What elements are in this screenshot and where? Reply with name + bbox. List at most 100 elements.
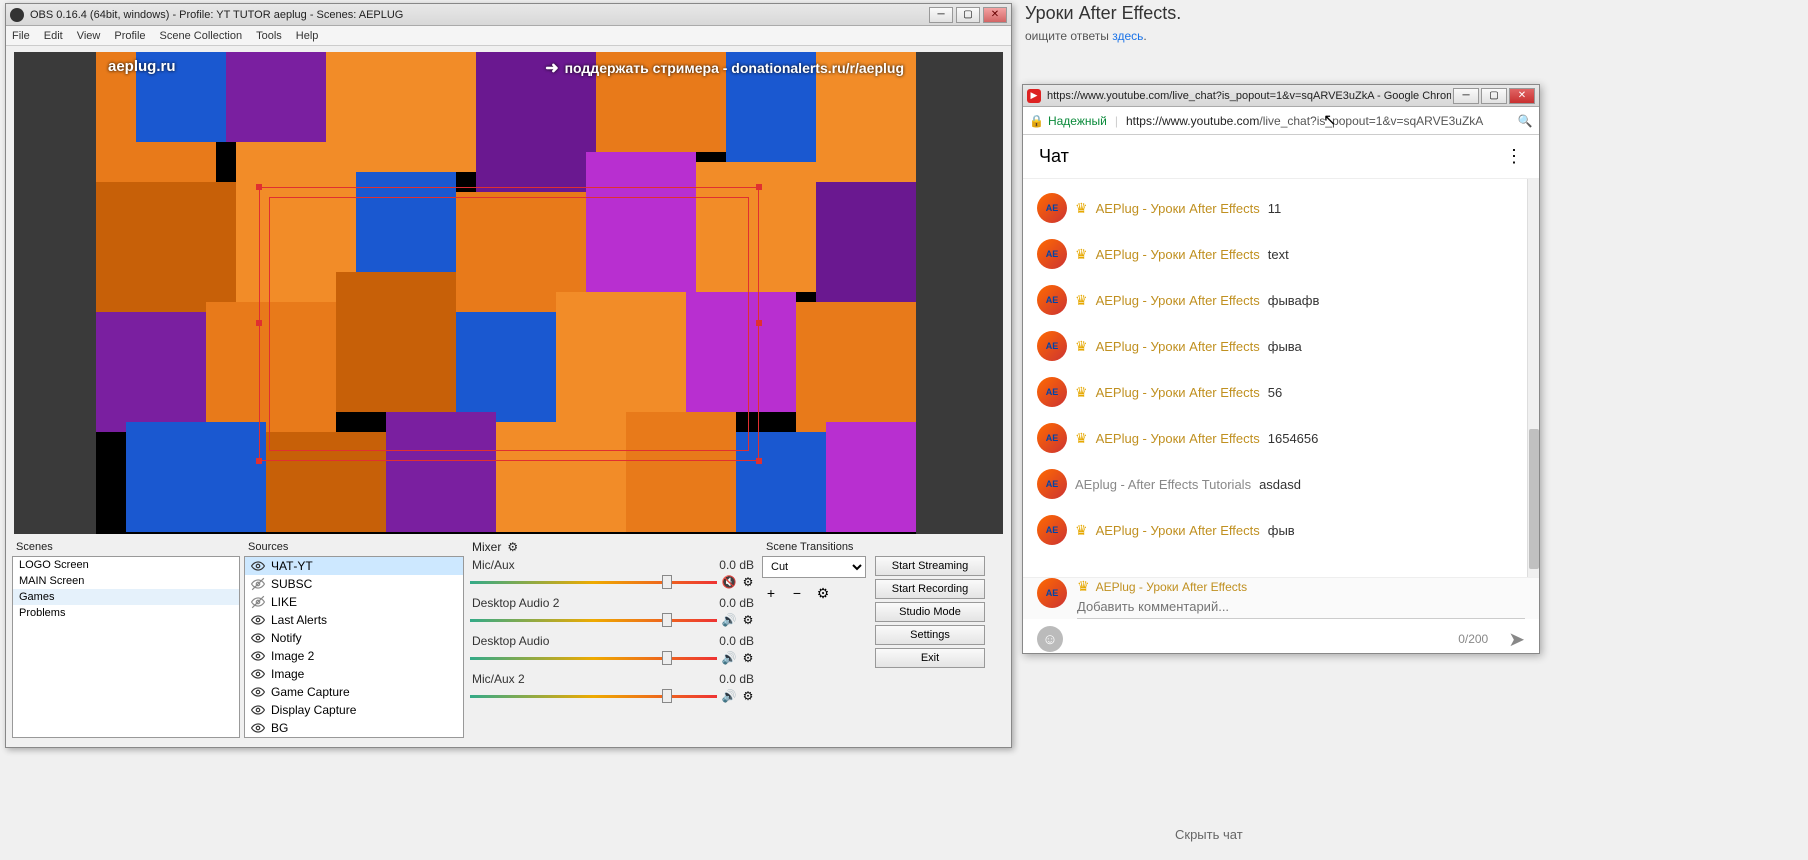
obs-preview[interactable]: aeplug.ru поддержать стримера - donation… [14, 52, 1003, 534]
minimize-button[interactable]: ─ [1453, 88, 1479, 104]
chat-body[interactable]: AE ♛ AEPlug - Уроки After Effects 11 AE … [1023, 179, 1539, 577]
scene-item[interactable]: Problems [13, 605, 239, 621]
hide-chat-button[interactable]: Скрыть чат [1175, 827, 1243, 842]
avatar[interactable]: AE [1037, 239, 1067, 269]
source-item[interactable]: Notify [245, 629, 463, 647]
avatar[interactable]: AE [1037, 331, 1067, 361]
transition-select[interactable]: Cut [762, 556, 866, 578]
scrollbar[interactable] [1527, 179, 1539, 577]
sources-list[interactable]: ЧАТ-YTSUBSCLIKELast AlertsNotifyImage 2I… [244, 556, 464, 738]
chat-author[interactable]: AEPlug - Уроки After Effects [1096, 385, 1260, 400]
chat-author[interactable]: AEPlug - Уроки After Effects [1096, 523, 1260, 538]
volume-slider[interactable] [470, 695, 717, 698]
gear-icon[interactable]: ⚙ [740, 612, 756, 628]
volume-slider[interactable] [470, 581, 717, 584]
source-item[interactable]: Game Capture [245, 683, 463, 701]
eye-icon[interactable] [251, 631, 265, 645]
speaker-icon[interactable]: 🔇 [721, 574, 737, 590]
studio-mode-button[interactable]: Studio Mode [875, 602, 985, 622]
slider-thumb[interactable] [662, 613, 672, 627]
chat-author[interactable]: AEplug - After Effects Tutorials [1075, 477, 1251, 492]
source-item[interactable]: Image [245, 665, 463, 683]
maximize-button[interactable]: ▢ [956, 7, 980, 23]
emoji-button[interactable]: ☺ [1037, 626, 1063, 652]
selection-inner[interactable] [269, 197, 749, 451]
source-item[interactable]: LIKE [245, 593, 463, 611]
chat-author[interactable]: AEPlug - Уроки After Effects [1096, 293, 1260, 308]
chat-author[interactable]: AEPlug - Уроки After Effects [1096, 201, 1260, 216]
scene-item[interactable]: Games [13, 589, 239, 605]
menu-edit[interactable]: Edit [44, 30, 63, 42]
channel-name: Desktop Audio [472, 634, 549, 648]
chat-author[interactable]: AEPlug - Уроки After Effects [1096, 247, 1260, 262]
start-streaming-button[interactable]: Start Streaming [875, 556, 985, 576]
eye-off-icon[interactable] [251, 577, 265, 591]
speaker-icon[interactable]: 🔊 [721, 612, 737, 628]
slider-thumb[interactable] [662, 689, 672, 703]
chat-input[interactable] [1077, 595, 1525, 619]
eye-icon[interactable] [251, 649, 265, 663]
slider-thumb[interactable] [662, 575, 672, 589]
search-icon[interactable]: 🔍 [1517, 113, 1533, 129]
minus-icon[interactable]: − [788, 584, 806, 602]
menu-file[interactable]: File [12, 30, 30, 42]
start-recording-button[interactable]: Start Recording [875, 579, 985, 599]
eye-icon[interactable] [251, 613, 265, 627]
menu-view[interactable]: View [77, 30, 101, 42]
settings-button[interactable]: Settings [875, 625, 985, 645]
avatar[interactable]: AE [1037, 377, 1067, 407]
avatar[interactable]: AE [1037, 423, 1067, 453]
menu-help[interactable]: Help [296, 30, 319, 42]
slider-thumb[interactable] [662, 651, 672, 665]
avatar[interactable]: AE [1037, 285, 1067, 315]
maximize-button[interactable]: ▢ [1481, 88, 1507, 104]
gear-icon[interactable]: ⚙ [814, 584, 832, 602]
secure-indicator[interactable]: 🔒 Надежный [1029, 114, 1107, 128]
menu-profile[interactable]: Profile [114, 30, 145, 42]
eye-icon[interactable] [251, 559, 265, 573]
scrollbar-thumb[interactable] [1529, 429, 1539, 569]
obs-canvas[interactable]: aeplug.ru поддержать стримера - donation… [96, 52, 916, 534]
source-item[interactable]: Last Alerts [245, 611, 463, 629]
scene-item[interactable]: MAIN Screen [13, 573, 239, 589]
gear-icon[interactable]: ⚙ [740, 650, 756, 666]
eye-icon[interactable] [251, 703, 265, 717]
source-item[interactable]: ЧАТ-YT [245, 557, 463, 575]
eye-icon[interactable] [251, 685, 265, 699]
gear-icon[interactable]: ⚙ [740, 688, 756, 704]
gear-icon[interactable]: ⚙ [740, 574, 756, 590]
scene-item[interactable]: LOGO Screen [13, 557, 239, 573]
source-item[interactable]: Display Capture [245, 701, 463, 719]
obs-titlebar[interactable]: OBS 0.16.4 (64bit, windows) - Profile: Y… [6, 4, 1011, 26]
plus-icon[interactable]: + [762, 584, 780, 602]
eye-icon[interactable] [251, 721, 265, 735]
close-button[interactable]: ✕ [1509, 88, 1535, 104]
source-item[interactable]: BG [245, 719, 463, 737]
source-item[interactable]: SUBSC [245, 575, 463, 593]
menu-tools[interactable]: Tools [256, 30, 282, 42]
chrome-titlebar[interactable]: ▶ https://www.youtube.com/live_chat?is_p… [1023, 85, 1539, 107]
avatar[interactable]: AE [1037, 193, 1067, 223]
subtext-link[interactable]: здесь [1112, 29, 1143, 43]
chat-author[interactable]: AEPlug - Уроки After Effects [1096, 339, 1260, 354]
speaker-icon[interactable]: 🔊 [721, 688, 737, 704]
chat-menu-icon[interactable]: ⋮ [1505, 146, 1523, 167]
scenes-list[interactable]: LOGO Screen MAIN Screen Games Problems [12, 556, 240, 738]
url-field[interactable]: https://www.youtube.com/live_chat?is_pop… [1126, 114, 1509, 128]
close-button[interactable]: ✕ [983, 7, 1007, 23]
avatar[interactable]: AE [1037, 515, 1067, 545]
avatar[interactable]: AE [1037, 469, 1067, 499]
send-button[interactable]: ➤ [1508, 627, 1525, 652]
exit-button[interactable]: Exit [875, 648, 985, 668]
mixer-header: Mixer ⚙ [468, 538, 758, 556]
menu-scene-collection[interactable]: Scene Collection [160, 30, 243, 42]
eye-off-icon[interactable] [251, 595, 265, 609]
speaker-icon[interactable]: 🔊 [721, 650, 737, 666]
chat-author[interactable]: AEPlug - Уроки After Effects [1096, 431, 1260, 446]
volume-slider[interactable] [470, 657, 717, 660]
volume-slider[interactable] [470, 619, 717, 622]
gear-icon[interactable]: ⚙ [507, 540, 518, 554]
minimize-button[interactable]: ─ [929, 7, 953, 23]
eye-icon[interactable] [251, 667, 265, 681]
source-item[interactable]: Image 2 [245, 647, 463, 665]
